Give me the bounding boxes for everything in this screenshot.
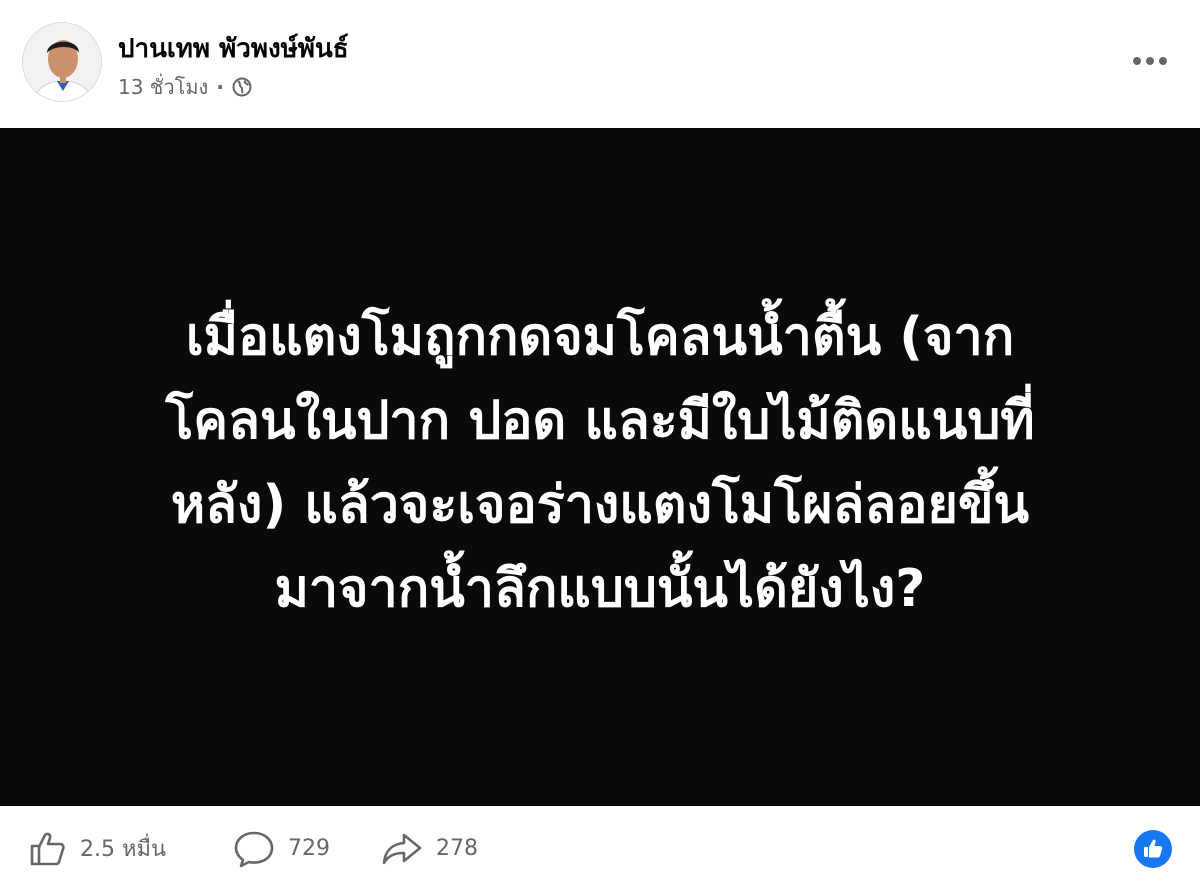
image-text-line: หลัง) แล้วจะเจอร่างแตงโมโผล่ลอยขึ้น (170, 475, 1030, 535)
post-header: ปานเทพ พัวพงษ์พันธ์ 13 ชั่วโมง · (0, 0, 1200, 128)
like-button[interactable]: 2.5 หมื่น (28, 806, 166, 891)
globe-icon[interactable] (232, 77, 252, 97)
image-text-line: โคลนในปาก ปอด และมีใบไม้ติดแนบที่ (165, 391, 1035, 451)
share-button[interactable]: 278 (380, 806, 478, 891)
more-options-icon (1159, 57, 1167, 65)
comment-bubble-icon (234, 831, 274, 867)
post-image[interactable]: เมื่อแตงโมถูกกดจมโคลนน้ำตื้น (จาก โคลนใน… (0, 128, 1200, 806)
thumbs-up-filled-icon (1144, 839, 1163, 858)
likes-count[interactable]: 2.5 หมื่น (80, 831, 166, 866)
image-caption-text: เมื่อแตงโมถูกกดจมโคลนน้ำตื้น (จาก โคลนใน… (55, 295, 1145, 631)
meta-separator: · (216, 75, 224, 99)
more-options-button[interactable] (1126, 44, 1174, 78)
author-name[interactable]: ปานเทพ พัวพงษ์พันธ์ (118, 28, 349, 69)
shares-count[interactable]: 278 (436, 836, 478, 861)
more-options-icon (1146, 57, 1154, 65)
post-timestamp[interactable]: 13 ชั่วโมง (118, 71, 208, 103)
thumbs-up-icon (30, 832, 65, 865)
like-reaction-icon[interactable] (1134, 830, 1172, 868)
more-options-icon (1133, 57, 1141, 65)
avatar-portrait-icon (23, 23, 101, 101)
comments-count[interactable]: 729 (288, 836, 330, 861)
image-text-line: มาจากน้ำลึกแบบนั้นได้ยังไง? (274, 559, 926, 619)
author-avatar[interactable] (22, 22, 102, 102)
image-text-line: เมื่อแตงโมถูกกดจมโคลนน้ำตื้น (จาก (185, 307, 1015, 367)
comment-button[interactable]: 729 (232, 806, 330, 891)
post-meta: 13 ชั่วโมง · (118, 72, 252, 102)
share-arrow-icon (382, 833, 422, 864)
post-footer: 2.5 หมื่น 729 278 (0, 806, 1200, 891)
